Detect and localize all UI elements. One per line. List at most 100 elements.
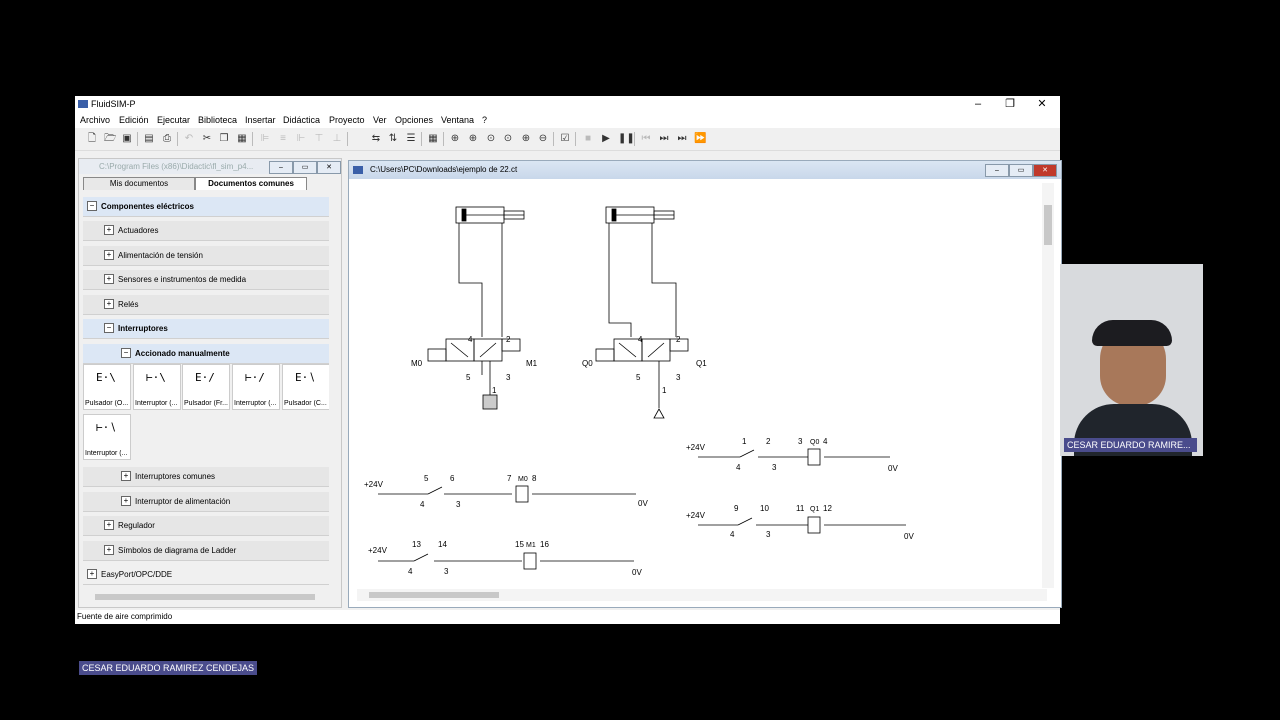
menu-edicion[interactable]: Edición [119,115,149,125]
undo-icon[interactable]: ↶ [183,133,195,145]
library-minimize-button[interactable]: – [269,161,293,174]
svg-text:4: 4 [736,463,741,472]
doc-close-button[interactable]: ✕ [1033,164,1057,177]
new-icon[interactable]: 🗋 [86,133,98,145]
fluidsim-app-icon [78,100,88,108]
svg-text:M1: M1 [526,542,536,549]
menu-ventana[interactable]: Ventana [441,115,474,125]
restore-button[interactable]: ❐ [995,96,1025,113]
svg-text:15: 15 [515,540,524,549]
save-icon[interactable]: ▣ [121,133,133,145]
copy-icon[interactable]: ❐ [218,133,230,145]
svg-text:4: 4 [408,567,413,576]
close-button[interactable]: ✕ [1027,96,1057,113]
open-icon[interactable]: 🗁 [104,133,116,145]
distribute-icon[interactable]: ☰ [405,133,417,145]
zoom-window-icon[interactable]: ⊕ [467,133,479,145]
symbol-pulsador-c[interactable]: E⋅∖ Pulsador (C... [282,364,330,410]
tree-item-accionado-manualmente[interactable]: − Accionado manualmente [83,344,329,364]
menu-insertar[interactable]: Insertar [245,115,276,125]
zoom-in-icon[interactable]: ⊕ [520,133,532,145]
menu-opciones[interactable]: Opciones [395,115,433,125]
zoom-fit-icon[interactable]: ⊙ [502,133,514,145]
align-bottom-icon[interactable]: ⊥ [331,133,343,145]
tab-documentos-comunes[interactable]: Documentos comunes [195,177,307,190]
svg-text:3: 3 [772,463,777,472]
circuit-3[interactable] [698,448,890,466]
switch-no-icon: ⊢⋅\ [146,371,166,384]
paste-icon[interactable]: ▦ [236,133,248,145]
doc-restore-button[interactable]: ▭ [1009,164,1033,177]
menu-proyecto[interactable]: Proyecto [329,115,365,125]
library-close-button[interactable]: ✕ [317,161,341,174]
svg-text:3: 3 [444,567,449,576]
circuit-1[interactable] [378,485,636,503]
cylinder-1[interactable] [455,206,525,337]
symbol-pulsador-o[interactable]: E⋅\ Pulsador (O... [83,364,131,410]
minimize-button[interactable]: – [963,96,993,113]
reset-icon[interactable]: ⏮ [640,133,652,145]
tree-item-reles[interactable]: + Relés [83,295,329,315]
menu-help[interactable]: ? [482,115,487,125]
svg-text:+24V: +24V [686,511,706,520]
menu-archivo[interactable]: Archivo [80,115,110,125]
circuit-canvas[interactable]: M0 M1 Q0 Q1 4 2 5 3 1 4 2 5 3 1 +24V 0V +24V 0… [356,183,1041,588]
play-icon[interactable]: ▶ [600,133,612,145]
step-end-icon[interactable]: ⏭ [676,133,688,145]
document-horizontal-scrollbar[interactable] [357,589,1047,601]
svg-text:4: 4 [638,335,643,344]
align-right-icon[interactable]: ⊩ [295,133,307,145]
circuit-2[interactable] [378,552,634,570]
tree-item-alimentacion[interactable]: + Alimentación de tensión [83,246,329,266]
tree-item-interruptores-comunes[interactable]: + Interruptores comunes [83,467,329,487]
print-icon[interactable]: ⎙ [161,133,173,145]
menu-ver[interactable]: Ver [373,115,387,125]
library-title-bar: C:\Program Files (x86)\Didactic\fl_sim_p… [79,159,341,174]
library-vertical-scrollbar[interactable] [329,193,340,593]
align-left-icon[interactable]: ⊫ [259,133,271,145]
symbol-interruptor-2[interactable]: ⊢⋅/ Interruptor (... [232,364,280,410]
tree-item-sensores[interactable]: + Sensores e instrumentos de medida [83,270,329,290]
menu-biblioteca[interactable]: Biblioteca [198,115,237,125]
zoom-icon[interactable]: ⊕ [449,133,461,145]
stop-icon[interactable]: ■ [582,133,594,145]
svg-text:16: 16 [540,540,549,549]
symbol-interruptor-3[interactable]: ⊢⋅∖ Interruptor (... [83,414,131,460]
fast-forward-icon[interactable]: ⏩ [694,133,706,145]
preview-icon[interactable]: ▤ [143,133,155,145]
tree-item-regulador[interactable]: + Regulador [83,516,329,536]
tree-item-interruptor-alimentacion[interactable]: + Interruptor de alimentación [83,492,329,512]
cut-icon[interactable]: ✂ [201,133,213,145]
align-h-icon[interactable]: ⇆ [370,133,382,145]
symbol-pulsador-fr[interactable]: E⋅/ Pulsador (Fr... [182,364,230,410]
pause-icon[interactable]: ❚❚ [618,133,635,145]
svg-text:M0: M0 [518,476,528,483]
menu-didactica[interactable]: Didáctica [283,115,320,125]
library-horizontal-scrollbar[interactable] [83,591,329,603]
svg-text:1: 1 [742,437,747,446]
cylinder-2[interactable] [605,206,677,337]
svg-text:Q0: Q0 [810,439,819,446]
tree-item-actuadores[interactable]: + Actuadores [83,221,329,241]
tree-item-interruptores[interactable]: − Interruptores [83,319,329,339]
valve-2[interactable] [595,338,689,419]
grid-icon[interactable]: ▦ [427,133,439,145]
zoom-out-icon[interactable]: ⊖ [537,133,549,145]
align-v-icon[interactable]: ⇅ [387,133,399,145]
check-icon[interactable]: ☑ [559,133,571,145]
svg-text:3: 3 [676,373,681,382]
menu-ejecutar[interactable]: Ejecutar [157,115,190,125]
tree-item-ladder[interactable]: + Símbolos de diagrama de Ladder [83,541,329,561]
tab-mis-documentos[interactable]: Mis documentos [83,177,195,190]
doc-minimize-button[interactable]: – [985,164,1009,177]
zoom-previous-icon[interactable]: ⊙ [485,133,497,145]
align-top-icon[interactable]: ⊤ [313,133,325,145]
align-center-icon[interactable]: ≡ [277,133,289,145]
document-vertical-scrollbar[interactable] [1042,183,1054,588]
step-icon[interactable]: ⏭ [658,133,670,145]
library-restore-button[interactable]: ▭ [293,161,317,174]
tree-item-easyport[interactable]: + EasyPort/OPC/DDE [83,565,329,585]
symbol-interruptor-1[interactable]: ⊢⋅\ Interruptor (... [133,364,181,410]
svg-text:M1: M1 [526,359,538,368]
tree-item-componentes-electricos[interactable]: − Componentes eléctricos [83,197,329,217]
